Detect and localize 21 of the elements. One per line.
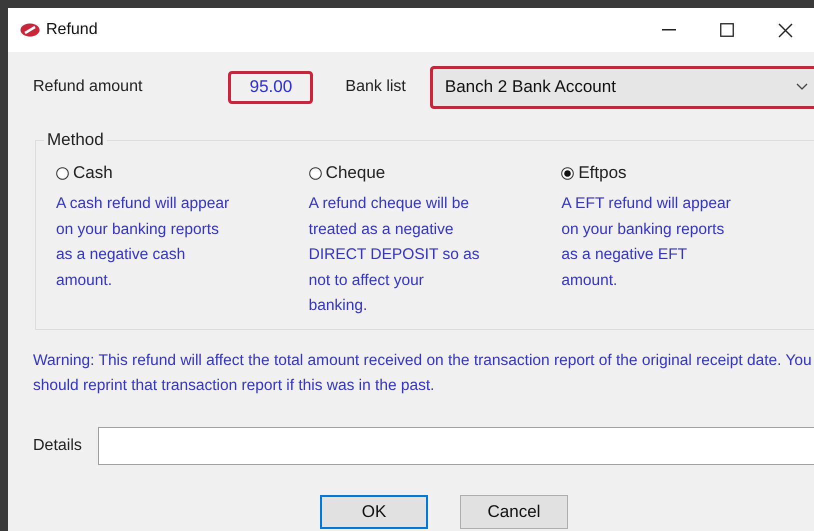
refund-amount-label: Refund amount bbox=[33, 78, 142, 96]
maximize-icon bbox=[720, 23, 734, 37]
minimize-icon bbox=[662, 29, 676, 31]
method-description: A refund cheque will be treated as a negative DIRECT DEPOSIT so as not to affect your banking. bbox=[308, 194, 481, 316]
refund-amount-value: 95.00 bbox=[228, 70, 314, 104]
bank-list-dropdown[interactable]: Banch 2 Bank Account bbox=[430, 66, 814, 108]
details-label: Details bbox=[33, 437, 82, 455]
warning-text: Warning: This refund will affect the total amount received on the transaction report of the original receipt date. You should reprint that transaction report if this was in the past. bbox=[33, 351, 813, 396]
bank-list-label: Bank list bbox=[345, 78, 406, 96]
dialog-button[interactable]: Cancel bbox=[460, 495, 568, 529]
window-title: Refund bbox=[46, 21, 99, 39]
close-icon bbox=[778, 22, 792, 38]
radio-button[interactable]: Eftpos bbox=[561, 163, 627, 183]
radio-button[interactable]: Cash bbox=[56, 163, 113, 183]
caret-icon bbox=[796, 83, 808, 91]
logo-icon bbox=[20, 23, 40, 37]
details-field[interactable] bbox=[98, 427, 814, 465]
radio-button[interactable]: Cheque bbox=[308, 163, 386, 183]
method-description: A EFT refund will appear on your banking reports as a negative EFT amount. bbox=[561, 194, 732, 290]
method-description: A cash refund will appear on your banking reports as a negative cash amount. bbox=[56, 194, 230, 290]
dialog-button[interactable]: OK bbox=[320, 495, 428, 529]
